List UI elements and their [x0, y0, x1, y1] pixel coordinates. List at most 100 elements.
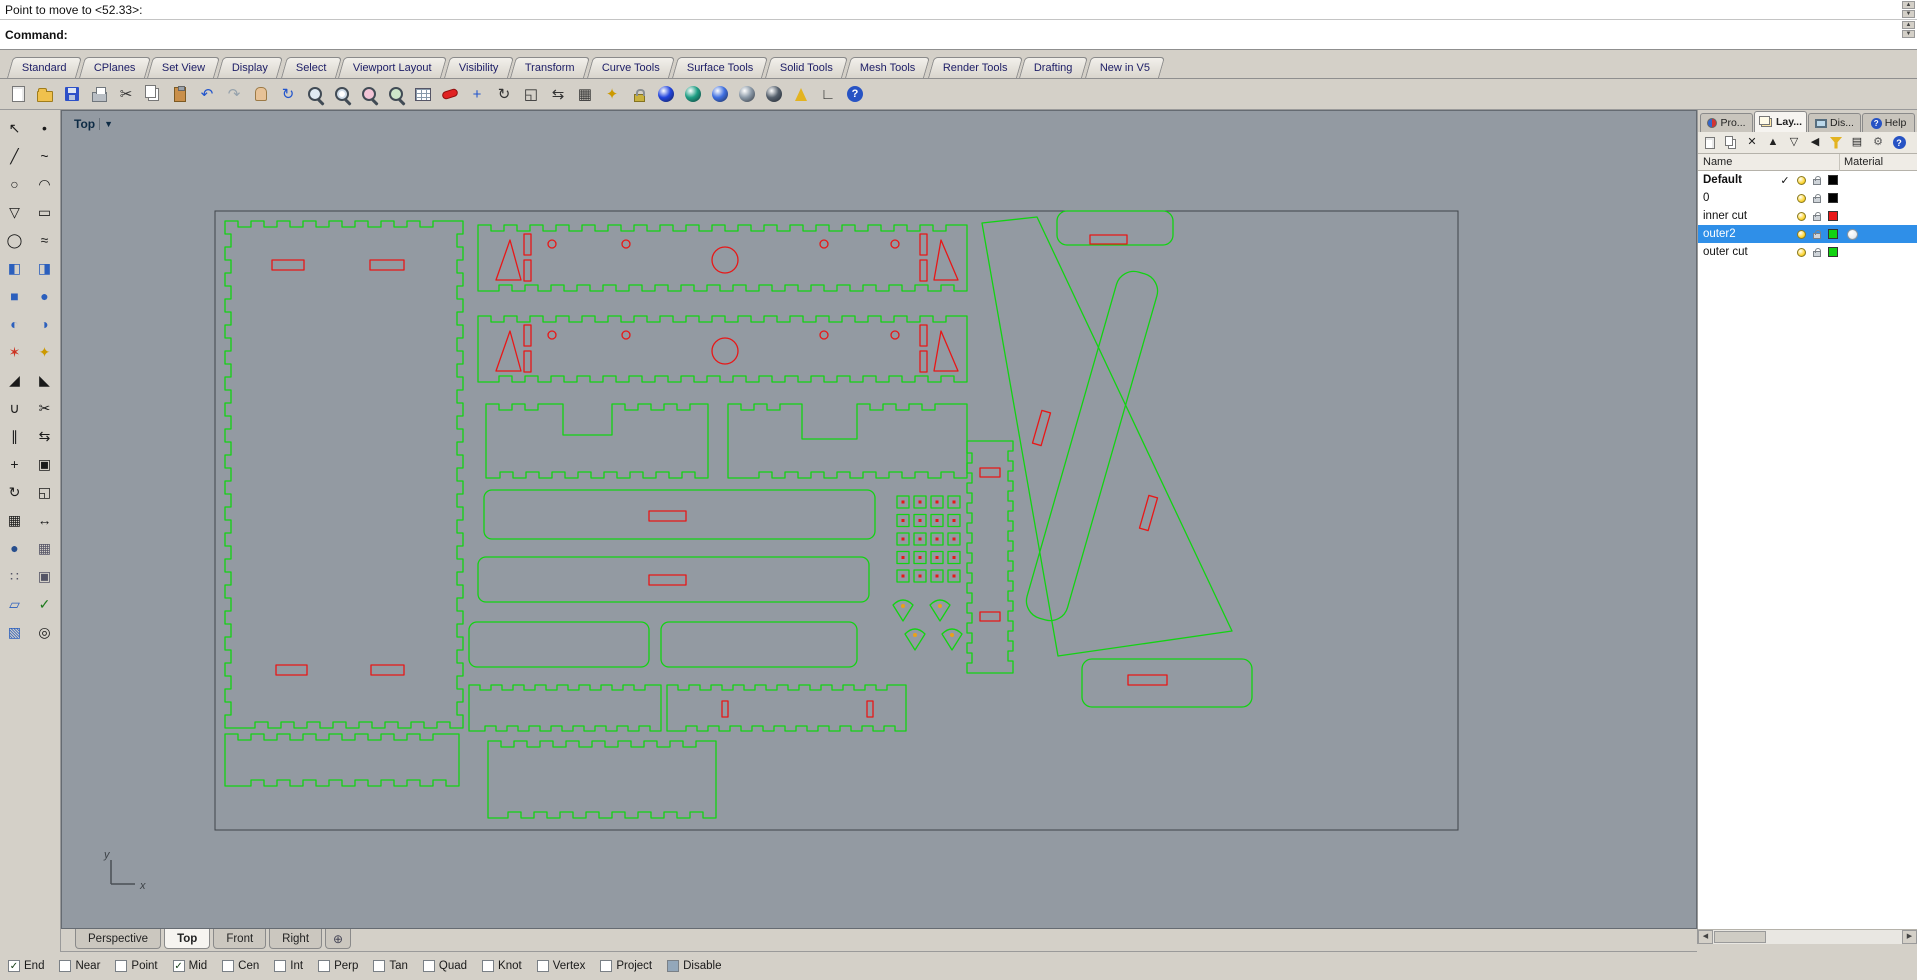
layer-color-swatch[interactable]	[1825, 193, 1841, 203]
toolbar-button-paste-icon[interactable]	[167, 81, 193, 107]
osnap-item-cen[interactable]: Cen	[222, 960, 259, 972]
top-viewport[interactable]: Top ▼ yx	[61, 110, 1697, 929]
toolbar-button-pan-icon[interactable]	[248, 81, 274, 107]
toolbar-button-rotate-icon[interactable]: ↻	[491, 81, 517, 107]
osnap-checkbox-mid[interactable]: ✓	[172, 960, 185, 972]
osnap-checkbox-cen[interactable]	[222, 960, 235, 972]
osnap-checkbox-perp[interactable]	[318, 960, 331, 972]
menu-tab-viewport-layout[interactable]: Viewport Layout	[338, 57, 447, 78]
layer-visibility-toggle[interactable]	[1793, 193, 1809, 203]
sidebar-button-ellipse-icon[interactable]: ◯	[2, 227, 28, 253]
sidebar-button-rotate-object-icon[interactable]: ↻	[2, 479, 28, 505]
command-scroll-arrows[interactable]: ▲ ▼	[1902, 21, 1916, 38]
sidebar-button-grid-icon[interactable]: ▦	[32, 535, 58, 561]
toolbar-button-move-icon[interactable]: +	[464, 81, 490, 107]
sidebar-button-extrude-icon[interactable]: ✦	[32, 339, 58, 365]
osnap-item-vertex[interactable]: Vertex	[536, 960, 585, 972]
sidebar-button-polyline-icon[interactable]: ╱	[2, 143, 28, 169]
layer-material-cell[interactable]	[1841, 228, 1917, 240]
osnap-item-point[interactable]: Point	[115, 960, 158, 972]
toolbar-button-zoom-extents-icon[interactable]	[383, 81, 409, 107]
sidebar-button-explode-icon[interactable]: ✶	[2, 339, 28, 365]
osnap-checkbox-project[interactable]	[600, 960, 613, 972]
sidebar-button-rectangle-icon[interactable]: ▭	[32, 199, 58, 225]
sidebar-button-surface-icon[interactable]: ◧	[2, 255, 28, 281]
osnap-item-perp[interactable]: Perp	[318, 960, 358, 972]
panel-tab-pro[interactable]: Pro...	[1700, 113, 1753, 132]
layer-row-default[interactable]: Default ✓	[1698, 171, 1917, 189]
sidebar-button-join-icon[interactable]: ∪	[2, 395, 28, 421]
layer-toolbar-new-layer-icon[interactable]	[1701, 134, 1719, 152]
command-prompt-bar[interactable]: Command: ▲ ▼	[0, 20, 1917, 50]
sidebar-button-split-icon[interactable]: ∥	[2, 423, 28, 449]
layer-visibility-toggle[interactable]	[1793, 247, 1809, 257]
layer-panel-scrollbar[interactable]: ◀ ▶	[1698, 929, 1917, 944]
layer-lock-toggle[interactable]	[1809, 211, 1825, 221]
sidebar-button-chamfer-icon[interactable]: ◣	[32, 367, 58, 393]
osnap-item-disable[interactable]: Disable	[667, 960, 721, 972]
sidebar-button-curve-icon[interactable]: ~	[32, 143, 58, 169]
layer-color-swatch[interactable]	[1825, 175, 1841, 185]
osnap-item-tan[interactable]: Tan	[373, 960, 408, 972]
sidebar-button-mirror-object-icon[interactable]: ⇆	[32, 423, 58, 449]
viewport-tab-perspective[interactable]: Perspective	[75, 929, 162, 949]
toolbar-button-render-icon[interactable]	[653, 81, 679, 107]
toolbar-button-save-file-icon[interactable]	[59, 81, 85, 107]
menu-tab-new-in-v5[interactable]: New in V5	[1084, 57, 1166, 78]
menu-tab-render-tools[interactable]: Render Tools	[927, 57, 1023, 78]
layer-toolbar-move-down-icon[interactable]: ▽	[1785, 134, 1803, 152]
menu-tab-solid-tools[interactable]: Solid Tools	[765, 57, 849, 78]
sidebar-button-block-icon[interactable]: ▣	[32, 563, 58, 589]
toolbar-button-shaded-view-icon[interactable]	[680, 81, 706, 107]
layer-toolbar-layer-list-icon[interactable]: ▤	[1848, 134, 1866, 152]
menu-tab-select[interactable]: Select	[280, 57, 342, 78]
sidebar-button-dot-grid-icon[interactable]: ∷	[2, 563, 28, 589]
sidebar-button-trim-icon[interactable]: ✂	[32, 395, 58, 421]
menu-tab-display[interactable]: Display	[217, 57, 284, 78]
layer-visibility-toggle[interactable]	[1793, 211, 1809, 221]
osnap-checkbox-quad[interactable]	[422, 960, 435, 972]
layer-toolbar-new-sublayer-icon[interactable]	[1722, 134, 1740, 152]
viewport-title[interactable]: Top ▼	[74, 117, 113, 131]
osnap-checkbox-vertex[interactable]	[536, 960, 549, 972]
panel-tab-dis[interactable]: Dis...	[1808, 113, 1861, 132]
sidebar-button-solid-sphere-icon[interactable]: ●	[2, 535, 28, 561]
toolbar-button-redo-icon[interactable]: ↷	[221, 81, 247, 107]
osnap-item-quad[interactable]: Quad	[422, 960, 467, 972]
sidebar-button-sphere-icon[interactable]: ●	[32, 283, 58, 309]
osnap-item-knot[interactable]: Knot	[482, 960, 522, 972]
menu-tab-set-view[interactable]: Set View	[147, 57, 221, 78]
osnap-item-int[interactable]: Int	[274, 960, 303, 972]
layer-toolbar-expand-icon[interactable]: ◀	[1806, 134, 1824, 152]
layer-toolbar-move-up-icon[interactable]: ▲	[1764, 134, 1782, 152]
sidebar-button-offset-icon[interactable]: ≈	[32, 227, 58, 253]
menu-tab-curve-tools[interactable]: Curve Tools	[587, 57, 675, 78]
sidebar-button-loft-icon[interactable]: ◨	[32, 255, 58, 281]
layer-row-0[interactable]: 0	[1698, 189, 1917, 207]
toolbar-button-layer-table-icon[interactable]	[410, 81, 436, 107]
history-scroll-arrows[interactable]: ▲ ▼	[1902, 1, 1916, 18]
menu-tab-transform[interactable]: Transform	[510, 57, 591, 78]
viewport-tab-right[interactable]: Right	[269, 929, 323, 949]
toolbar-button-snapshot-icon[interactable]: ✦	[599, 81, 625, 107]
osnap-checkbox-int[interactable]	[274, 960, 287, 972]
layer-color-swatch[interactable]	[1825, 229, 1841, 239]
layer-color-swatch[interactable]	[1825, 247, 1841, 257]
toolbar-button-scale-icon[interactable]: ◱	[518, 81, 544, 107]
toolbar-button-zoom-selected-icon[interactable]	[356, 81, 382, 107]
toolbar-button-array-icon[interactable]: ▦	[572, 81, 598, 107]
scrollbar-thumb[interactable]	[1714, 931, 1766, 943]
toolbar-button-zoom-dynamic-icon[interactable]	[302, 81, 328, 107]
sidebar-button-wirecube-icon[interactable]: ▧	[2, 619, 28, 645]
viewport-title-dropdown-icon[interactable]: ▼	[99, 118, 113, 130]
toolbar-button-ghosted-view-icon[interactable]	[734, 81, 760, 107]
sidebar-button-plane-icon[interactable]: ▱	[2, 591, 28, 617]
scroll-left-icon[interactable]: ◀	[1698, 930, 1713, 944]
sidebar-button-boolean-difference-icon[interactable]: ◑	[32, 311, 58, 337]
menu-tab-mesh-tools[interactable]: Mesh Tools	[845, 57, 931, 78]
toolbar-button-open-file-icon[interactable]	[32, 81, 58, 107]
osnap-item-mid[interactable]: ✓ Mid	[172, 960, 207, 972]
osnap-checkbox-point[interactable]	[115, 960, 128, 972]
toolbar-button-lock-icon[interactable]	[626, 81, 652, 107]
sidebar-button-copy-object-icon[interactable]: ▣	[32, 451, 58, 477]
